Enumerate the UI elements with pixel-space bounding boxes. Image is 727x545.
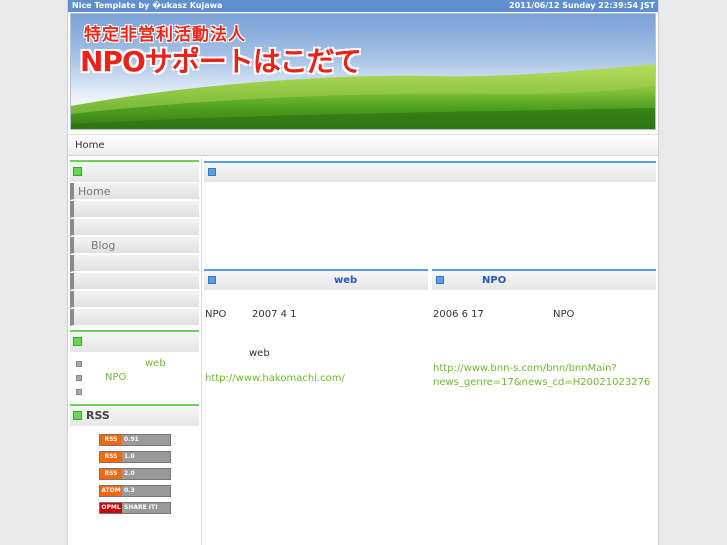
green-square-icon	[73, 167, 82, 176]
blue-square-icon	[208, 276, 216, 284]
left-box-heading: web	[204, 269, 428, 290]
sidebar-item-home[interactable]: Home	[70, 183, 199, 200]
rss-20-badge[interactable]: RSS 2.0	[99, 468, 171, 480]
sidebar-item-3[interactable]	[70, 219, 199, 236]
sidebar-item-blog[interactable]: Blog	[70, 237, 199, 254]
breadcrumb: Home	[68, 134, 658, 156]
left-box-text-a: NPO	[205, 309, 227, 320]
bnn-link-line2[interactable]: news_genre=17&news_cd=H20021023276	[433, 376, 650, 390]
list-item[interactable]	[75, 386, 199, 400]
bnn-link-line1[interactable]: http://www.bnn-s.com/bnn/bnnMain?	[433, 362, 617, 376]
bullet-icon	[76, 361, 82, 367]
bullet-icon	[76, 389, 82, 395]
sidebar-item-5[interactable]	[70, 255, 199, 272]
list-item[interactable]: NPO	[75, 372, 199, 386]
column-divider	[201, 158, 202, 545]
opml-share-badge[interactable]: OPML SHARE IT!	[99, 502, 171, 514]
green-square-icon	[73, 337, 82, 346]
sidebar: Home Blog web NPO RSS RSS 0.91 RSS 1.0 R…	[70, 158, 199, 545]
nav-home-link[interactable]: Home	[75, 140, 105, 151]
green-square-icon	[73, 411, 82, 420]
rss-091-badge[interactable]: RSS 0.91	[99, 434, 171, 446]
sidebar-rss-heading: RSS	[70, 404, 199, 426]
main-top-heading	[204, 161, 656, 182]
date-time: 2011/06/12 Sunday 22:39:54 JST	[509, 1, 655, 10]
template-credit: Nice Template by �ukasz Kujawa	[72, 1, 223, 10]
atom-03-badge[interactable]: ATOM 0.3	[99, 485, 171, 497]
site-title: NPOサポートはこだて	[80, 45, 362, 78]
sidebar-item-7[interactable]	[70, 291, 199, 308]
page-frame: Nice Template by �ukasz Kujawa 2011/06/1…	[67, 0, 659, 545]
bullet-icon	[76, 375, 82, 381]
sidebar-item-6[interactable]	[70, 273, 199, 290]
hakomachi-link[interactable]: http://www.hakomachi.com/	[205, 372, 345, 386]
blue-square-icon	[208, 168, 216, 176]
rss-10-badge[interactable]: RSS 1.0	[99, 451, 171, 463]
header-banner: 特定非営利活動法人 NPOサポートはこだて	[70, 13, 656, 130]
blue-square-icon	[436, 276, 444, 284]
list-item[interactable]: web	[75, 358, 199, 372]
right-box-date: 2006 6 17	[433, 309, 484, 320]
left-box-date: 2007 4 1	[252, 309, 297, 320]
news-list: web NPO	[70, 352, 199, 400]
right-box-heading: NPO	[432, 269, 656, 290]
right-box-text: NPO	[553, 309, 575, 320]
sidebar-news-heading	[70, 330, 199, 352]
sidebar-menu-heading	[70, 160, 199, 182]
top-bar: Nice Template by �ukasz Kujawa 2011/06/1…	[68, 0, 658, 12]
sidebar-item-2[interactable]	[70, 201, 199, 218]
sidebar-item-8[interactable]	[70, 309, 199, 326]
left-box-text-b: web	[249, 348, 270, 359]
feed-badges: RSS 0.91 RSS 1.0 RSS 2.0 ATOM 0.3 OPML SHARE …	[70, 426, 199, 514]
